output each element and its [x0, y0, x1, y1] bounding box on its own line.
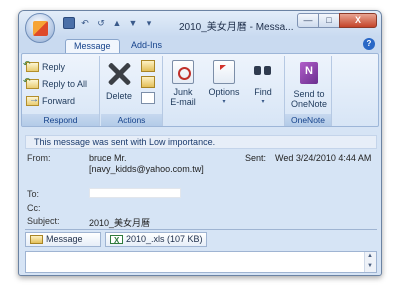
find-button[interactable]: Find ▾ [250, 60, 276, 107]
actions-group-label: Actions [101, 114, 162, 126]
window-title: 2010_美女月曆 - Messa... [179, 22, 294, 33]
save-icon[interactable] [63, 17, 75, 29]
quick-access-toolbar: ↶ ↺ ▲ ▼ ▾ [63, 17, 155, 29]
to-label: To: [27, 189, 40, 199]
forward-icon [26, 94, 39, 106]
close-button[interactable]: X [339, 13, 377, 28]
cc-label: Cc: [27, 203, 41, 213]
options-button[interactable]: Options ▾ [206, 60, 242, 107]
ribbon: Reply Reply to All Forward Respond Delet… [21, 53, 379, 127]
create-rule-icon[interactable] [141, 76, 155, 88]
ribbon-tabs: Message Add-Ins ? [19, 37, 381, 53]
customize-qat-icon[interactable]: ▾ [143, 17, 155, 29]
mail-icon [30, 235, 43, 244]
next-item-icon[interactable]: ▼ [127, 17, 139, 29]
excel-icon [110, 234, 123, 247]
from-label: From: [27, 153, 51, 163]
options-icon [213, 60, 235, 84]
onenote-label-line2: OneNote [290, 99, 328, 109]
junk-label-line1: Junk [173, 87, 193, 97]
delete-icon [105, 60, 133, 88]
find-label: Find [254, 87, 272, 97]
attachment-bar: Message 2010_.xls (107 KB) [25, 232, 377, 248]
message-body[interactable]: ▲ ▼ [25, 251, 377, 273]
sent-label: Sent: [245, 153, 267, 163]
office-button[interactable] [25, 13, 55, 43]
onenote-icon [297, 60, 321, 86]
junk-label-line2: E-mail [170, 97, 196, 107]
junk-email-icon [172, 60, 194, 84]
tab-message[interactable]: Message [65, 39, 120, 53]
scroll-down-icon[interactable]: ▼ [367, 263, 373, 269]
reply-icon [23, 59, 39, 72]
options-label: Options [208, 87, 240, 97]
message-tab-label: Message [46, 234, 83, 244]
previous-item-icon[interactable]: ▲ [111, 17, 123, 29]
binoculars-icon [252, 60, 274, 84]
reply-all-icon [23, 76, 39, 89]
office-logo-icon [33, 21, 48, 36]
importance-infobar: This message was sent with Low importanc… [25, 135, 377, 149]
onenote-group-label: OneNote [285, 114, 331, 126]
from-email[interactable]: [navy_kidds@yahoo.com.tw] [89, 164, 204, 174]
forward-button[interactable]: Forward [26, 94, 75, 108]
undo-icon[interactable]: ↶ [79, 17, 91, 29]
reply-button[interactable]: Reply [23, 59, 66, 74]
scroll-up-icon[interactable]: ▲ [367, 253, 373, 259]
help-icon[interactable]: ? [363, 38, 375, 50]
minimize-button[interactable]: — [297, 13, 319, 28]
onenote-label-line1: Send to [293, 89, 325, 99]
other-actions-icon[interactable] [141, 92, 155, 104]
xls-attachment[interactable]: 2010_.xls (107 KB) [105, 232, 207, 247]
move-to-folder-icon[interactable] [141, 60, 155, 72]
outlook-message-window: ↶ ↺ ▲ ▼ ▾ 2010_美女月曆 - Messa... — □ X Mes… [18, 10, 382, 276]
subject-label: Subject: [27, 216, 60, 226]
junk-email-button[interactable]: Junk E-mail [168, 60, 198, 107]
forward-label: Forward [42, 96, 76, 106]
junk-group: Junk E-mail [164, 56, 202, 126]
reply-all-label: Reply to All [42, 79, 88, 89]
send-to-onenote-button[interactable]: Send to OneNote [287, 60, 331, 109]
delete-button[interactable]: Delete [105, 60, 133, 101]
header-divider [25, 229, 377, 230]
respond-group-label: Respond [22, 114, 99, 126]
options-dropdown-icon: ▾ [222, 99, 226, 105]
from-name[interactable]: bruce Mr. [89, 153, 127, 163]
find-dropdown-icon: ▾ [261, 99, 265, 105]
respond-group: Reply Reply to All Forward Respond [22, 56, 100, 126]
xls-attachment-label: 2010_.xls (107 KB) [126, 234, 203, 244]
to-recipient[interactable] [89, 188, 181, 198]
reply-label: Reply [42, 62, 66, 72]
vertical-scrollbar[interactable]: ▲ ▼ [364, 252, 376, 272]
title-bar: ↶ ↺ ▲ ▼ ▾ 2010_美女月曆 - Messa... — □ X [19, 11, 381, 43]
onenote-group: Send to OneNote OneNote [284, 56, 332, 126]
redo-icon[interactable]: ↺ [95, 17, 107, 29]
actions-group: Delete Actions [101, 56, 163, 126]
delete-label: Delete [105, 91, 132, 101]
message-attachment-tab[interactable]: Message [25, 232, 101, 247]
subject-value: 2010_美女月曆 [89, 218, 151, 228]
tab-add-ins[interactable]: Add-Ins [123, 39, 170, 53]
find-group: Find ▾ [246, 56, 280, 126]
options-group: Options ▾ [204, 56, 244, 126]
sent-value: Wed 3/24/2010 4:44 AM [275, 153, 372, 163]
maximize-button[interactable]: □ [318, 13, 340, 28]
reply-all-button[interactable]: Reply to All [23, 76, 88, 91]
window-controls: — □ X [297, 13, 377, 28]
